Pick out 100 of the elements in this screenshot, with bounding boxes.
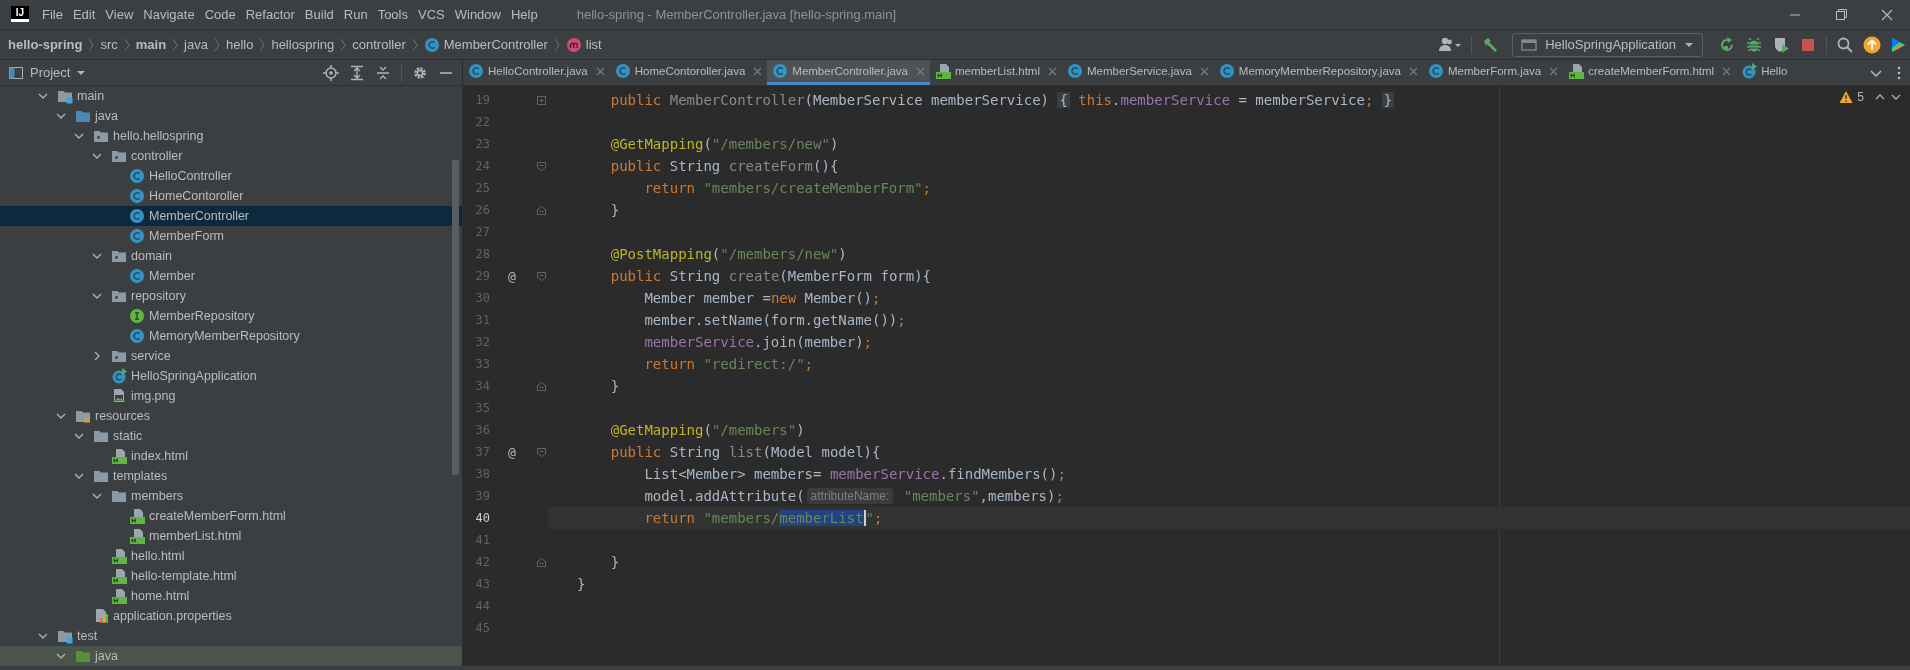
tree-item[interactable]: MemberRepository [0,306,462,326]
tree-item[interactable]: MemberController [0,206,462,226]
tree-item[interactable]: MemberForm [0,226,462,246]
fold-marker-icon[interactable] [535,160,547,172]
fold-marker-icon[interactable] [535,204,547,216]
tree-item[interactable]: HomeContoroller [0,186,462,206]
editor-tab[interactable]: HomeContoroller.java [609,60,768,85]
editor-tab[interactable]: memberList.html [930,60,1062,85]
package-icon [111,248,127,264]
override-marker[interactable]: @ [508,268,516,284]
class-icon [129,268,145,284]
expand-all-icon[interactable] [349,64,365,81]
close-icon[interactable] [1722,66,1732,76]
close-icon[interactable] [1549,66,1559,76]
fold-marker-icon[interactable] [535,270,547,282]
close-icon[interactable] [1048,66,1057,76]
update-icon[interactable] [1863,35,1881,54]
menu-item[interactable]: Help [505,7,543,22]
tree-item[interactable]: java [0,646,462,666]
tree-item[interactable]: hello.hellospring [0,126,462,146]
tree-item[interactable]: home.html [0,586,462,606]
hammer-icon[interactable] [1481,35,1500,54]
tree-item[interactable]: hello-template.html [0,566,462,586]
breadcrumb[interactable]: hello [225,37,254,52]
editor-tab[interactable]: MemberController.java [767,60,930,85]
bug-icon[interactable] [1745,35,1763,54]
breadcrumb[interactable]: list [565,36,602,53]
tree-item[interactable]: domain [0,246,462,266]
user-icon[interactable] [1438,35,1463,54]
runnable-class-icon [111,368,127,384]
menu-item[interactable]: Tools [372,7,413,22]
tree-item[interactable]: hello.html [0,546,462,566]
module-folder-icon [57,88,73,104]
editor-tab[interactable]: HelloController.java [463,60,610,85]
menu-item[interactable]: Build [299,7,339,22]
code-text: } [609,378,620,394]
tree-item[interactable]: Member [0,266,462,286]
menu-item[interactable]: Navigate [138,7,200,22]
html-file-icon [129,508,145,524]
collapse-all-icon[interactable] [375,64,391,81]
close-icon[interactable] [1408,66,1418,76]
search-icon[interactable] [1836,35,1854,54]
editor-tab[interactable]: Hello [1736,60,1793,85]
editor-tab[interactable]: MemoryMemberRepository.java [1213,60,1423,85]
tree-item[interactable]: main [0,86,462,106]
tree-item[interactable]: controller [0,146,462,166]
tree-item[interactable]: templates [0,466,462,486]
fold-marker-icon[interactable] [535,94,547,106]
breadcrumb[interactable]: hello-spring [8,37,83,52]
tree-item[interactable]: createMemberForm.html [0,506,462,526]
editor-tab[interactable]: MemberService.java [1062,60,1214,85]
close-icon[interactable] [1199,66,1209,76]
tree-item[interactable]: HelloSpringApplication [0,366,462,386]
toolbox-icon[interactable] [1890,35,1906,54]
target-icon[interactable] [323,64,339,81]
tree-item[interactable]: MemoryMemberRepository [0,326,462,346]
rerun-icon[interactable] [1718,35,1736,54]
breadcrumb[interactable]: src [100,37,118,52]
fold-marker-icon[interactable] [535,446,547,458]
project-view-selector[interactable]: Project [8,64,87,81]
close-icon[interactable] [595,66,605,76]
class-icon [1067,63,1083,79]
menu-item[interactable]: Refactor [240,7,300,22]
menu-item[interactable]: Window [449,7,506,22]
breadcrumb[interactable]: hellospring [271,37,335,52]
tree-item[interactable]: application.properties [0,606,462,626]
tree-item[interactable]: resources [0,406,462,426]
menu-item[interactable]: View [100,7,139,22]
override-marker[interactable]: @ [508,444,516,460]
tree-item[interactable]: static [0,426,462,446]
fold-marker-icon[interactable] [535,380,547,392]
breadcrumb[interactable]: controller [352,37,406,52]
menu-item[interactable]: Edit [67,7,101,22]
run-configuration-dropdown[interactable]: HelloSpringApplication [1512,32,1703,57]
tree-item[interactable]: members [0,486,462,506]
tree-item[interactable]: test [0,626,462,646]
tree-item[interactable]: HelloController [0,166,462,186]
scrollbar-thumb[interactable] [452,160,459,475]
tree-item[interactable]: img.png [0,386,462,406]
tree-item[interactable]: index.html [0,446,462,466]
tree-item[interactable]: memberList.html [0,526,462,546]
settings-icon[interactable] [412,64,428,81]
menu-item[interactable]: Run [338,7,373,22]
menu-item[interactable]: Code [199,7,241,22]
more-icon[interactable] [1896,64,1902,81]
editor-tab[interactable]: createMemberForm.html [1563,60,1737,85]
breadcrumb[interactable]: java [184,37,208,52]
tree-item[interactable]: repository [0,286,462,306]
editor-tab[interactable]: MemberForm.java [1422,60,1564,85]
breadcrumb[interactable]: main [135,37,167,52]
tree-item[interactable]: java [0,106,462,126]
close-icon[interactable] [753,66,763,76]
package-icon [111,348,127,364]
shield-icon[interactable] [1772,35,1790,54]
tree-item[interactable]: service [0,346,462,366]
fold-marker-icon[interactable] [535,556,547,568]
package-icon [111,148,127,164]
menu-item[interactable]: VCS [413,7,450,22]
menu-item[interactable]: File [37,7,68,22]
breadcrumb[interactable]: MemberController [423,36,548,53]
